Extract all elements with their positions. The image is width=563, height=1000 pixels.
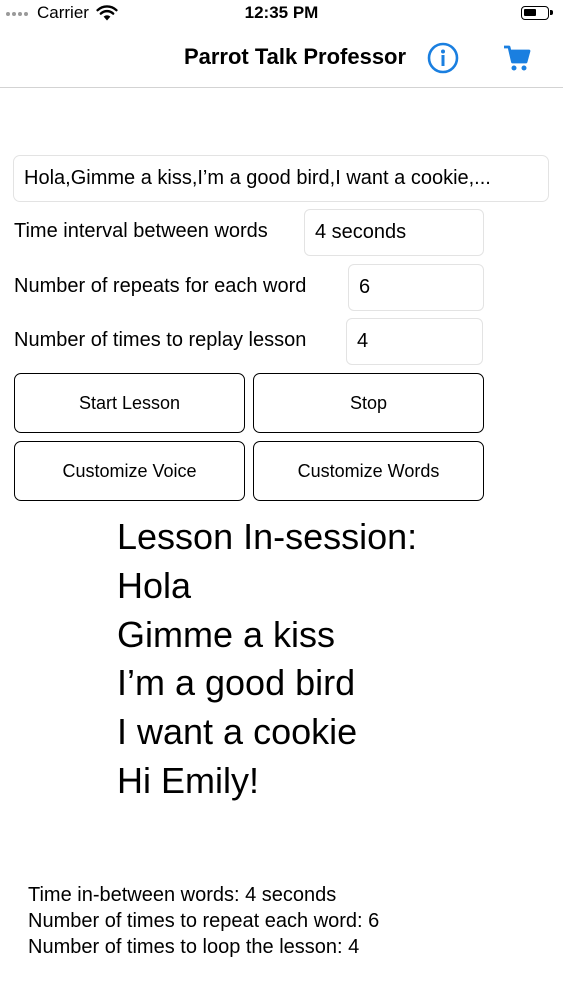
repeats-field[interactable]: 6 [348,264,484,311]
replays-field[interactable]: 4 [346,318,483,365]
lesson-word: I’m a good bird [117,662,356,704]
navigation-bar: Parrot Talk Professor [0,30,563,88]
info-icon[interactable] [427,42,459,74]
lesson-status: Lesson In-session: Hola Gimme a kiss I’m… [117,513,417,806]
replays-label: Number of times to replay lesson [14,329,307,351]
interval-label: Time interval between words [14,220,268,242]
lesson-word: Gimme a kiss [117,613,336,655]
summary-loops: Number of times to loop the lesson: 4 [28,936,360,958]
lesson-word: I want a cookie [117,711,358,753]
lesson-word: Hola [117,564,192,606]
interval-field[interactable]: 4 seconds [304,209,484,256]
lesson-summary: Time in-between words: 4 seconds Number … [28,882,379,960]
lesson-words-input[interactable]: Hola,Gimme a kiss,I’m a good bird,I want… [13,155,549,202]
customize-words-button[interactable]: Customize Words [253,441,484,501]
page-title: Parrot Talk Professor [183,44,407,69]
stop-button[interactable]: Stop [253,373,484,433]
status-bar: Carrier 12:35 PM [0,0,563,30]
summary-repeats: Number of times to repeat each word: 6 [28,910,380,932]
customize-voice-button[interactable]: Customize Voice [14,441,245,501]
start-lesson-button[interactable]: Start Lesson [14,373,245,433]
cart-icon[interactable] [502,43,532,73]
repeats-label: Number of repeats for each word [14,275,307,297]
summary-interval: Time in-between words: 4 seconds [28,884,337,906]
clock: 12:35 PM [244,3,319,22]
lesson-word: Hi Emily! [117,759,259,801]
battery-icon [521,6,553,20]
lesson-heading: Lesson In-session: [117,516,418,557]
